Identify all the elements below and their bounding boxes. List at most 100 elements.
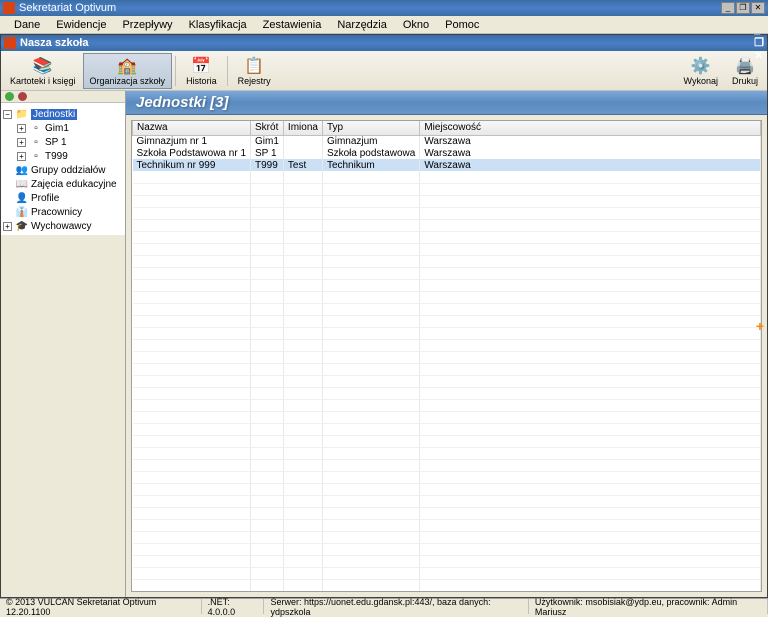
tree-jednostki[interactable]: − 📁 Jednostki — [3, 107, 123, 121]
table-row[interactable]: Szkoła Podstawowa nr 1SP 1 Szkoła podstaw… — [133, 147, 761, 159]
expand-tab[interactable]: + — [753, 316, 767, 336]
wykonaj-label: Wykonaj — [684, 76, 718, 86]
status-server: Serwer: https://uonet.edu.gdansk.pl:443/… — [264, 599, 528, 614]
cell-miejscowosc: Warszawa — [420, 135, 761, 147]
menu-przeplywy[interactable]: Przepływy — [114, 17, 180, 33]
organizacja-label: Organizacja szkoły — [90, 76, 166, 86]
employees-icon: 👔 — [15, 206, 29, 218]
menu-okno[interactable]: Okno — [395, 17, 437, 33]
execute-icon: ⚙️ — [691, 56, 711, 76]
expand-icon[interactable]: + — [3, 222, 12, 231]
cell-imiona — [283, 147, 322, 159]
sidebar-tree: − 📁 Jednostki + ▫ Gim1 + ▫ SP 1 — [1, 103, 126, 235]
app-title: Sekretariat Optivum — [19, 2, 721, 14]
table-row[interactable]: Technikum nr 999T999TestTechnikumWarszaw… — [133, 159, 761, 171]
col-header-miejscowosc[interactable]: Miejscowość — [420, 121, 761, 135]
menu-dane[interactable]: Dane — [6, 17, 48, 33]
child-window-title: Nasza szkoła — [20, 37, 754, 49]
cell-imiona — [283, 135, 322, 147]
groups-icon: 👥 — [15, 164, 29, 176]
expand-icon[interactable]: + — [17, 124, 26, 133]
col-header-nazwa[interactable]: Nazwa — [133, 121, 251, 135]
folder-icon: 📁 — [15, 108, 29, 120]
minimize-button[interactable]: _ — [721, 2, 735, 14]
print-icon: 🖨️ — [735, 56, 755, 76]
grid-container: Nazwa Skrót Imiona Typ Miejscowość Gimna… — [131, 120, 762, 592]
status-user: Użytkownik: msobisiak@ydp.eu, pracownik:… — [529, 599, 768, 614]
tree-grupy[interactable]: 👥 Grupy oddziałów — [3, 163, 123, 177]
menu-pomoc[interactable]: Pomoc — [437, 17, 487, 33]
cell-miejscowosc: Warszawa — [420, 147, 761, 159]
child-restore-button[interactable]: ❐ — [754, 36, 764, 49]
menu-bar: Dane Ewidencje Przepływy Klasyfikacja Ze… — [0, 16, 768, 34]
cell-skrot: SP 1 — [251, 147, 284, 159]
tree-sp1[interactable]: + ▫ SP 1 — [3, 135, 123, 149]
organizacja-button[interactable]: 🏫 Organizacja szkoły — [83, 53, 173, 89]
collapse-icon[interactable]: − — [3, 110, 12, 119]
menu-klasyfikacja[interactable]: Klasyfikacja — [181, 17, 255, 33]
child-window-icon — [4, 37, 16, 49]
cell-nazwa: Szkoła Podstawowa nr 1 — [133, 147, 251, 159]
tree-t999[interactable]: + ▫ T999 — [3, 149, 123, 163]
historia-button[interactable]: 📅 Historia — [179, 53, 224, 89]
tree-profile[interactable]: 👤 Profile — [3, 191, 123, 205]
toolbar-separator — [175, 56, 176, 86]
kartoteki-button[interactable]: 📚 Kartoteki i księgi — [3, 53, 83, 89]
profile-icon: 👤 — [15, 192, 29, 204]
mdi-area: Nasza szkoła _ ❐ ✕ 📚 Kartoteki i księgi … — [0, 34, 768, 598]
tree-zajecia[interactable]: 📖 Zajęcia edukacyjne — [3, 177, 123, 191]
calendar-icon: 📅 — [191, 56, 211, 76]
cell-skrot: Gim1 — [251, 135, 284, 147]
child-title-bar: Nasza szkoła _ ❐ ✕ — [1, 35, 767, 51]
item-icon: ▫ — [29, 122, 43, 134]
item-icon: ▫ — [29, 136, 43, 148]
cell-typ: Szkoła podstawowa — [322, 147, 419, 159]
expand-icon[interactable]: + — [17, 138, 26, 147]
rejestry-label: Rejestry — [238, 76, 271, 86]
tree-pracownicy[interactable]: 👔 Pracownicy — [3, 205, 123, 219]
cell-typ: Technikum — [322, 159, 419, 171]
historia-label: Historia — [186, 76, 217, 86]
close-button[interactable]: ✕ — [751, 2, 765, 14]
child-window: Nasza szkoła _ ❐ ✕ 📚 Kartoteki i księgi … — [0, 34, 768, 598]
tree-wychowawcy[interactable]: + 🎓 Wychowawcy — [3, 219, 123, 233]
cell-skrot: T999 — [251, 159, 284, 171]
child-minimize-button[interactable]: _ — [754, 24, 764, 36]
remove-icon[interactable] — [18, 92, 27, 101]
toolbar-separator — [227, 56, 228, 86]
col-header-skrot[interactable]: Skrót — [251, 121, 284, 135]
table-row[interactable]: Gimnazjum nr 1Gim1GimnazjumWarszawa — [133, 135, 761, 147]
cell-nazwa: Gimnazjum nr 1 — [133, 135, 251, 147]
wykonaj-button[interactable]: ⚙️ Wykonaj — [677, 53, 725, 89]
menu-zestawienia[interactable]: Zestawienia — [255, 17, 330, 33]
status-copyright: © 2013 VULCAN Sekretariat Optivum 12.20.… — [0, 599, 202, 614]
restore-button[interactable]: ❐ — [736, 2, 750, 14]
expand-icon[interactable]: + — [17, 152, 26, 161]
status-bar: © 2013 VULCAN Sekretariat Optivum 12.20.… — [0, 598, 768, 614]
app-icon — [3, 2, 15, 14]
lessons-icon: 📖 — [15, 178, 29, 190]
kartoteki-label: Kartoteki i księgi — [10, 76, 76, 86]
school-icon: 🏫 — [117, 56, 137, 76]
sidebar-toolbar — [1, 91, 125, 103]
cell-imiona: Test — [283, 159, 322, 171]
col-header-typ[interactable]: Typ — [322, 121, 419, 135]
add-icon[interactable] — [5, 92, 14, 101]
drukuj-label: Drukuj — [732, 76, 758, 86]
toolbar: 📚 Kartoteki i księgi 🏫 Organizacja szkoł… — [1, 51, 767, 91]
panel-header: Jednostki [3] — [126, 91, 767, 115]
item-icon: ▫ — [29, 150, 43, 162]
menu-ewidencje[interactable]: Ewidencje — [48, 17, 114, 33]
drukuj-button[interactable]: 🖨️ Drukuj — [725, 53, 765, 89]
tree-gim1[interactable]: + ▫ Gim1 — [3, 121, 123, 135]
status-net: .NET: 4.0.0.0 — [202, 599, 265, 614]
main-title-bar: Sekretariat Optivum _ ❐ ✕ — [0, 0, 768, 16]
content-area: − 📁 Jednostki + ▫ Gim1 + ▫ SP 1 — [1, 91, 767, 597]
cell-nazwa: Technikum nr 999 — [133, 159, 251, 171]
tutors-icon: 🎓 — [15, 220, 29, 232]
main-panel: Jednostki [3] Nazwa Skrót Imiona Typ Mie… — [126, 91, 767, 597]
rejestry-button[interactable]: 📋 Rejestry — [231, 53, 278, 89]
menu-narzedzia[interactable]: Narzędzia — [329, 17, 395, 33]
col-header-imiona[interactable]: Imiona — [283, 121, 322, 135]
data-grid[interactable]: Nazwa Skrót Imiona Typ Miejscowość Gimna… — [132, 121, 761, 592]
